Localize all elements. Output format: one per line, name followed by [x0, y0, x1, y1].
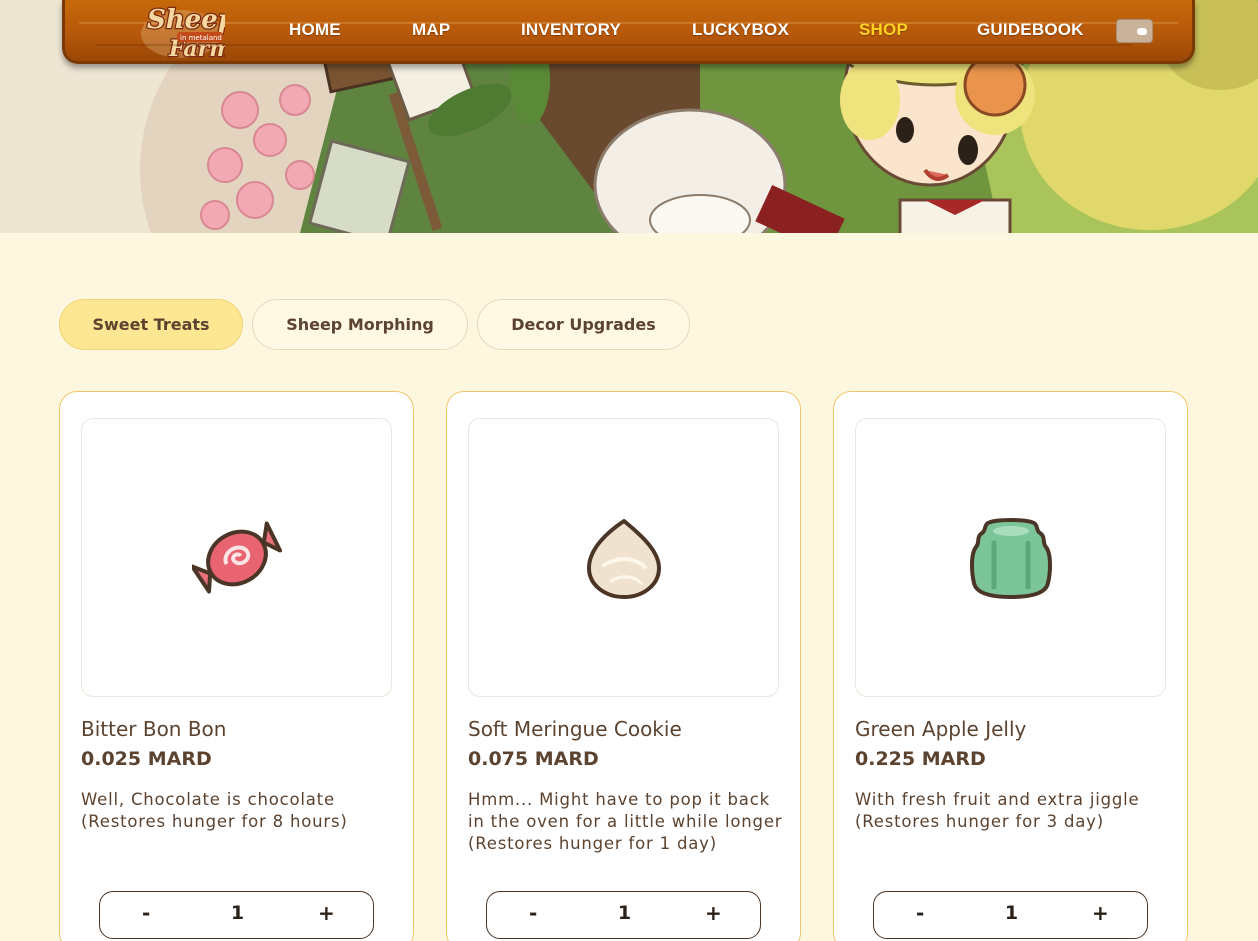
nav-luckybox[interactable]: LUCKYBOX — [692, 20, 789, 40]
quantity-stepper: - 1 + — [873, 891, 1148, 939]
product-image-box — [81, 418, 392, 697]
sheep-farm-logo[interactable]: Sheep Farm in metaland — [137, 0, 225, 62]
product-description: With fresh fruit and extra jiggle (Resto… — [855, 790, 1140, 831]
product-image-box — [468, 418, 779, 697]
increment-button[interactable]: + — [1092, 901, 1109, 925]
product-description: Well, Chocolate is chocolate (Restores h… — [81, 790, 348, 831]
increment-button[interactable]: + — [318, 901, 335, 925]
candy-icon — [191, 521, 282, 593]
product-price: 0.075 MARD — [468, 748, 599, 770]
tab-sheep-morphing[interactable]: Sheep Morphing — [252, 299, 468, 350]
product-card: Soft Meringue Cookie 0.075 MARD Hmm... M… — [446, 391, 801, 941]
top-navbar: Sheep Farm in metaland HOME MAP INVENTOR… — [62, 0, 1195, 64]
wallet-icon[interactable] — [1116, 19, 1153, 43]
nav-guidebook[interactable]: GUIDEBOOK — [977, 20, 1084, 40]
quantity-stepper: - 1 + — [99, 891, 374, 939]
quantity-stepper: - 1 + — [486, 891, 761, 939]
jelly-icon — [969, 517, 1052, 599]
tab-sweet-treats[interactable]: Sweet Treats — [59, 299, 243, 350]
product-price: 0.025 MARD — [81, 748, 212, 770]
product-card: Bitter Bon Bon 0.025 MARD Well, Chocolat… — [59, 391, 414, 941]
svg-text:Sheep: Sheep — [147, 5, 225, 35]
product-name: Green Apple Jelly — [855, 717, 1027, 741]
svg-text:in metaland: in metaland — [180, 34, 222, 42]
nav-home[interactable]: HOME — [289, 20, 341, 40]
increment-button[interactable]: + — [705, 901, 722, 925]
nav-shop[interactable]: SHOP — [859, 20, 908, 40]
product-price: 0.225 MARD — [855, 748, 986, 770]
product-image-box — [855, 418, 1166, 697]
tab-decor-upgrades[interactable]: Decor Upgrades — [477, 299, 690, 350]
product-description: Hmm... Might have to pop it back in the … — [468, 790, 783, 853]
product-name: Soft Meringue Cookie — [468, 717, 682, 741]
nav-map[interactable]: MAP — [412, 20, 450, 40]
meringue-icon — [586, 518, 661, 599]
product-card: Green Apple Jelly 0.225 MARD With fresh … — [833, 391, 1188, 941]
product-name: Bitter Bon Bon — [81, 717, 227, 741]
nav-inventory[interactable]: INVENTORY — [521, 20, 621, 40]
